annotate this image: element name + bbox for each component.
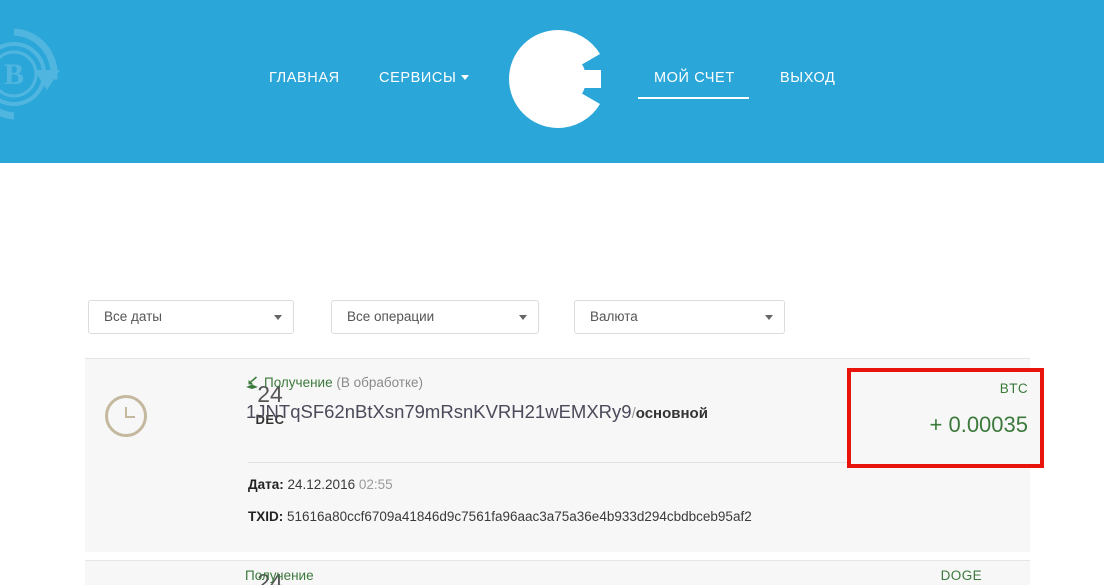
nav-item-services-label: СЕРВИСЫ — [379, 70, 457, 86]
chevron-down-icon — [274, 315, 282, 320]
chevron-down-icon — [461, 74, 470, 80]
page-root: B ГЛАВНАЯ СЕРВИСЫ МОЙ СЧЕТ ВЫХОД Все дат… — [0, 0, 1104, 585]
transaction-txid-row: TXID: 51616a80ccf6709a41846d9c7561fa96aa… — [248, 509, 752, 524]
transaction-txid-value: 51616a80ccf6709a41846d9c7561fa96aac3a75a… — [287, 509, 752, 524]
row-divider — [248, 462, 903, 463]
transaction-date-value: 24.12.2016 — [287, 477, 356, 492]
transaction-amount: + 0.00035 — [929, 412, 1028, 437]
chevron-down-icon — [765, 315, 773, 320]
transaction-amount-highlight: BTC + 0.00035 — [847, 368, 1044, 468]
filter-dates-value: Все даты — [104, 309, 162, 324]
transaction-txid-label: TXID: — [248, 509, 284, 524]
site-header: B ГЛАВНАЯ СЕРВИСЫ МОЙ СЧЕТ ВЫХОД — [0, 0, 1104, 163]
account-tabbar: ₿ БАЛАНС ОТПРАВИТЬ ЗАПЛАТИТЬ — [0, 163, 1104, 425]
table-row[interactable]: 24 DEC Получение (В обработке) 1JNTqSF62… — [85, 358, 1044, 552]
nav-item-home-label: ГЛАВНАЯ — [269, 70, 340, 86]
table-row[interactable]: 24 Получение DOGE — [85, 560, 1030, 585]
nav-active-underline — [638, 97, 749, 99]
transaction-address: 1JNTqSF62nBtXsn79mRsnKVRH21wEMXRy9 — [246, 401, 632, 422]
nav-item-services[interactable]: СЕРВИСЫ — [379, 70, 470, 86]
nav-item-home[interactable]: ГЛАВНАЯ — [269, 70, 340, 86]
filter-dates-select[interactable]: Все даты — [88, 300, 294, 334]
transaction-currency: BTC — [999, 381, 1028, 396]
filter-currency-select[interactable]: Валюта — [574, 300, 785, 334]
filter-operations-select[interactable]: Все операции — [331, 300, 539, 334]
transaction-time-value: 02:55 — [358, 477, 393, 492]
filter-bar: Все даты Все операции Валюта — [0, 300, 1104, 350]
nav-item-logout[interactable]: ВЫХОД — [780, 70, 835, 86]
main-navigation: ГЛАВНАЯ СЕРВИСЫ МОЙ СЧЕТ ВЫХОД — [0, 0, 1104, 163]
transaction-date-row: Дата: 24.12.2016 02:55 — [248, 477, 393, 492]
transaction-list: 24 DEC Получение (В обработке) 1JNTqSF62… — [85, 358, 1044, 585]
receive-download-icon — [245, 376, 259, 389]
transaction-type: Получение — [264, 375, 333, 390]
clock-pending-icon — [105, 395, 147, 437]
filter-operations-value: Все операции — [347, 309, 435, 324]
chevron-down-icon — [519, 315, 527, 320]
transaction-currency: DOGE — [940, 568, 982, 583]
transaction-date-label: Дата: — [248, 477, 284, 492]
transaction-address-line: 1JNTqSF62nBtXsn79mRsnKVRH21wEMXRy9/основ… — [246, 401, 708, 423]
filter-currency-value: Валюта — [590, 309, 638, 324]
transaction-type: Получение — [245, 568, 314, 583]
nav-item-logout-label: ВЫХОД — [780, 70, 836, 86]
nav-item-my-account-label: МОЙ СЧЕТ — [654, 70, 735, 86]
transaction-state: (В обработке) — [336, 375, 424, 390]
transaction-type-line: Получение (В обработке) — [245, 375, 423, 390]
wallet-label: основной — [635, 405, 708, 422]
nav-item-my-account[interactable]: МОЙ СЧЕТ — [654, 70, 735, 86]
